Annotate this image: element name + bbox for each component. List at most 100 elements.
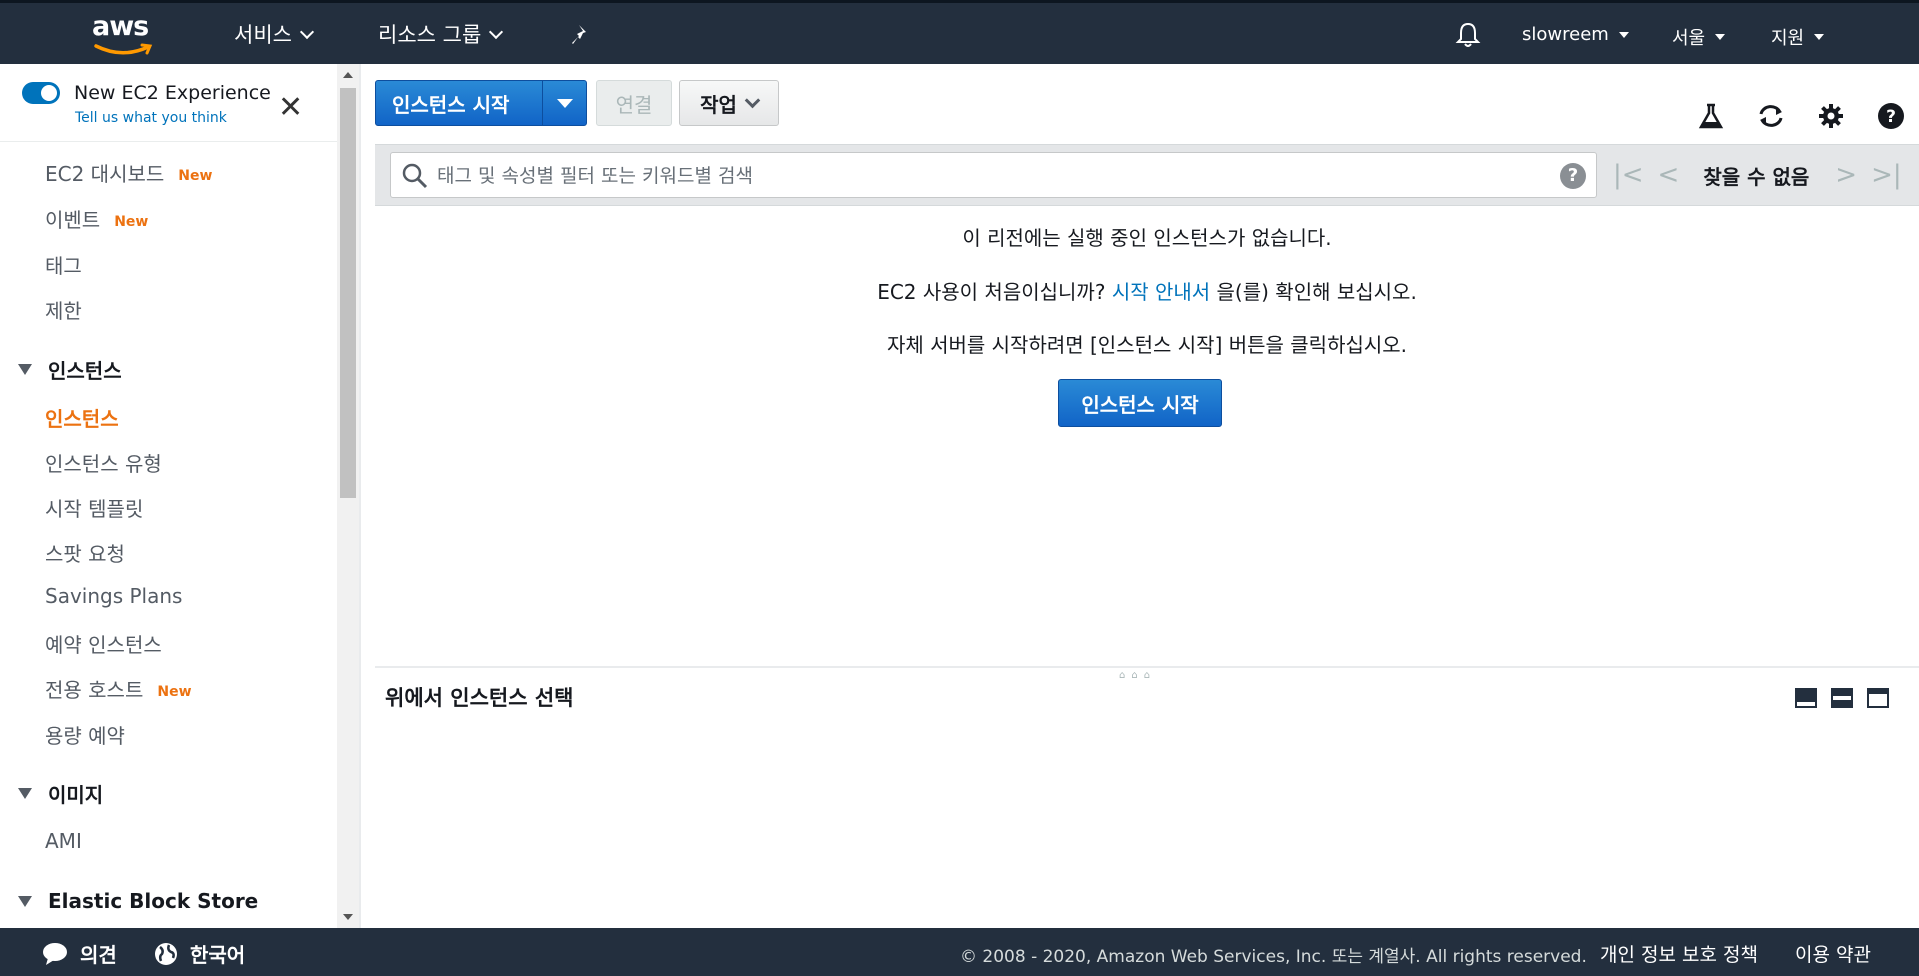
new-experience-toggle[interactable] [22, 82, 60, 104]
sidebar-item-label: 시작 템플릿 [45, 497, 144, 521]
scroll-thumb[interactable] [340, 88, 356, 498]
launch-instance-dropdown[interactable] [543, 98, 586, 108]
layout-half-icon[interactable] [1831, 688, 1853, 708]
prev-page-icon[interactable]: < [1658, 160, 1680, 190]
section-label: 인스턴스 [48, 359, 122, 383]
divider [0, 141, 337, 142]
pager-status: 찾을 수 없음 [1703, 164, 1810, 189]
terms-link[interactable]: 이용 약관 [1795, 940, 1871, 967]
triangle-down-icon [18, 364, 32, 375]
sidebar-item-label: AMI [45, 829, 82, 853]
feedback-button[interactable]: 의견 [42, 939, 117, 968]
launch-instance-button[interactable]: 인스턴스 시작 [376, 89, 542, 118]
new-experience-banner: New EC2 Experience Tell us what you thin… [22, 82, 312, 132]
first-page-icon[interactable]: |< [1613, 160, 1644, 190]
sidebar-item-limits[interactable]: 제한 [45, 295, 82, 324]
sidebar-item-instance-types[interactable]: 인스턴스 유형 [45, 448, 162, 477]
pagination: |< < 찾을 수 없음 > >| [1613, 159, 1916, 191]
resource-groups-label: 리소스 그룹 [378, 23, 482, 47]
services-label: 서비스 [234, 23, 292, 47]
section-label: Elastic Block Store [48, 889, 259, 913]
feedback-link[interactable]: Tell us what you think [75, 110, 227, 126]
empty-state-line2: EC2 사용이 처음이십니까? 시작 안내서 을(를) 확인해 보십시오. [375, 276, 1919, 305]
refresh-icon[interactable] [1756, 102, 1784, 130]
new-badge: New [114, 213, 149, 230]
aws-logo-text: aws [92, 11, 149, 42]
language-label: 한국어 [190, 943, 246, 967]
account-menu[interactable]: slowreem [1522, 24, 1629, 45]
sidebar-item-events[interactable]: 이벤트 New [45, 204, 148, 233]
sidebar-item-label: 태그 [45, 254, 82, 278]
feedback-label: 의견 [80, 943, 117, 967]
close-icon[interactable]: ✕ [278, 93, 303, 123]
empty-state-line1: 이 리전에는 실행 중인 인스턴스가 없습니다. [962, 226, 1332, 250]
support-menu[interactable]: 지원 [1771, 24, 1825, 50]
resource-groups-menu[interactable]: 리소스 그룹 [378, 19, 504, 49]
sidebar-scrollbar[interactable] [337, 64, 359, 928]
sidebar-item-label: 제한 [45, 299, 82, 323]
launch-instance-center-button[interactable]: 인스턴스 시작 [1058, 379, 1222, 427]
sidebar-item-tags[interactable]: 태그 [45, 250, 82, 279]
launch-instance-split-button: 인스턴스 시작 [375, 80, 587, 126]
language-selector[interactable]: 한국어 [154, 939, 245, 968]
sidebar-item-label: 이벤트 [45, 208, 101, 232]
search-box: ? [390, 152, 1597, 199]
sidebar-item-reserved-instances[interactable]: 예약 인스턴스 [45, 629, 162, 658]
empty-state-line2-suffix: 을(를) 확인해 보십시오. [1216, 280, 1417, 304]
triangle-down-icon [18, 788, 32, 799]
aws-smile-icon [94, 43, 153, 55]
top-navigation: aws 서비스 리소스 그룹 slowreem 서울 지원 [0, 0, 1919, 64]
account-label: slowreem [1522, 24, 1609, 45]
sidebar-item-label: 인스턴스 유형 [45, 452, 162, 476]
globe-icon [155, 942, 177, 965]
last-page-icon[interactable]: >| [1871, 160, 1902, 190]
scroll-up-arrow-icon[interactable] [343, 72, 353, 78]
sidebar-section-images[interactable]: 이미지 [18, 779, 103, 808]
connect-button[interactable]: 연결 [596, 80, 672, 126]
section-label: 이미지 [48, 783, 104, 807]
services-menu[interactable]: 서비스 [234, 19, 315, 49]
layout-top-icon[interactable] [1867, 688, 1889, 708]
triangle-down-icon [18, 895, 32, 907]
sidebar-item-ami[interactable]: AMI [45, 829, 82, 853]
sidebar-item-label: 전용 호스트 [45, 678, 144, 702]
scroll-down-arrow-icon[interactable] [343, 914, 353, 920]
sidebar-item-ec2-dashboard[interactable]: EC2 대시보드 New [45, 158, 212, 187]
sidebar-item-instances[interactable]: 인스턴스 [45, 403, 119, 432]
search-icon [401, 162, 429, 194]
privacy-policy-link[interactable]: 개인 정보 보호 정책 [1600, 940, 1758, 967]
search-input[interactable] [435, 153, 1539, 199]
details-pane-title: 위에서 인스턴스 선택 [385, 686, 574, 710]
layout-bottom-icon[interactable] [1795, 688, 1817, 708]
getting-started-link[interactable]: 시작 안내서 [1112, 280, 1210, 304]
gear-icon[interactable] [1817, 102, 1845, 130]
actions-button[interactable]: 작업 [679, 80, 779, 126]
flask-icon[interactable] [1697, 102, 1725, 130]
sidebar-item-spot-requests[interactable]: 스팟 요청 [45, 538, 125, 567]
sidebar-item-label: 스팟 요청 [45, 542, 125, 566]
pane-splitter[interactable] [375, 666, 1919, 668]
filter-bar: ? |< < 찾을 수 없음 > >| [375, 144, 1919, 206]
sidebar-item-dedicated-hosts[interactable]: 전용 호스트 New [45, 674, 192, 703]
sidebar-item-launch-templates[interactable]: 시작 템플릿 [45, 493, 143, 522]
next-page-icon[interactable]: > [1835, 160, 1857, 190]
sidebar-item-label: 용량 예약 [45, 724, 125, 748]
drag-handle-icon[interactable]: ⌂⌂⌂ [1119, 670, 1156, 681]
sidebar-section-instances[interactable]: 인스턴스 [18, 355, 122, 384]
help-icon[interactable]: ? [1877, 102, 1905, 130]
new-experience-title: New EC2 Experience [74, 82, 271, 104]
sidebar-item-capacity-reservations[interactable]: 용량 예약 [45, 720, 125, 749]
new-badge: New [178, 167, 213, 184]
pin-icon[interactable] [570, 23, 594, 51]
bell-icon[interactable] [1455, 21, 1481, 53]
new-badge: New [157, 683, 192, 700]
sidebar-item-savings-plans[interactable]: Savings Plans [45, 584, 182, 608]
region-menu[interactable]: 서울 [1672, 24, 1726, 50]
caret-down-icon [556, 98, 573, 108]
sidebar-item-label: EC2 대시보드 [45, 162, 165, 186]
aws-logo[interactable]: aws [92, 11, 156, 57]
sidebar-item-label: 인스턴스 [45, 407, 119, 431]
search-help-icon[interactable]: ? [1560, 163, 1586, 189]
sidebar-section-ebs[interactable]: Elastic Block Store [18, 889, 258, 913]
main-content: 인스턴스 시작 연결 작업 ? 태그 및 속성별 필터 또는 키워드별 검색 ?… [361, 64, 1919, 928]
